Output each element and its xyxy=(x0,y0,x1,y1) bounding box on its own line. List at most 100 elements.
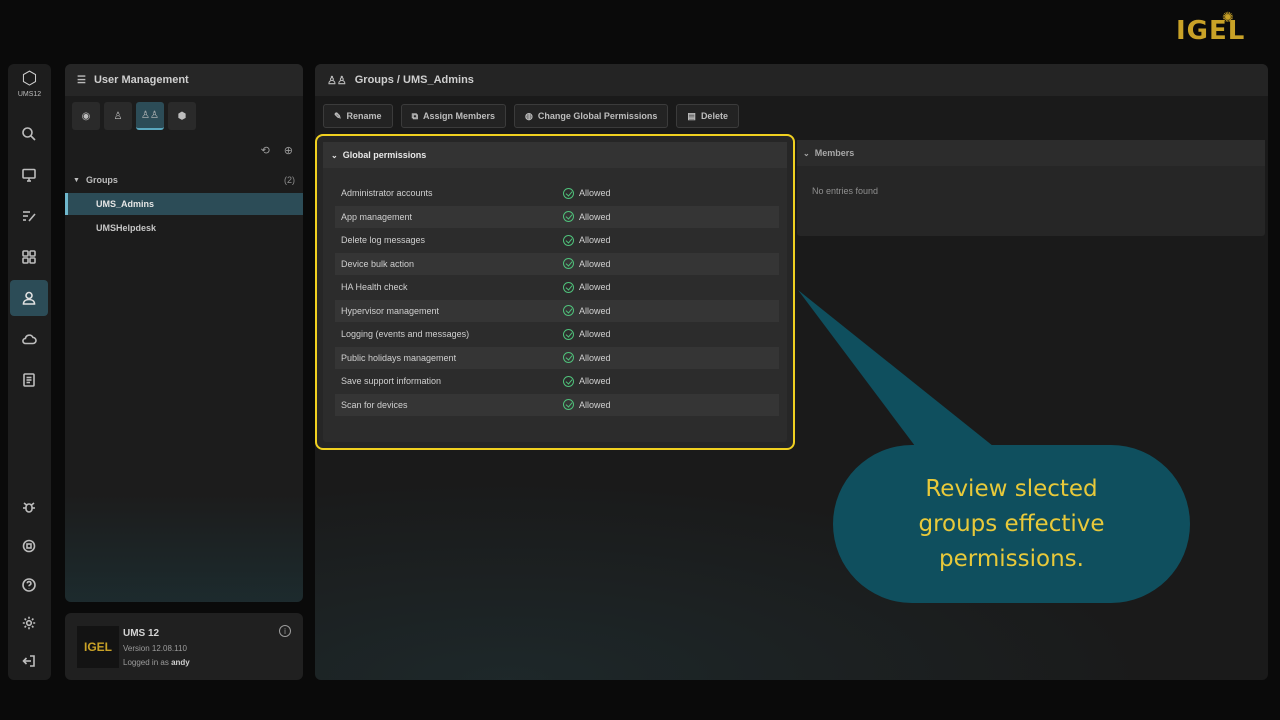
groups-count: (2) xyxy=(284,175,295,185)
permission-row: Scan for devices Allowed xyxy=(335,393,779,416)
cube-icon: ⬢ xyxy=(177,110,187,122)
permission-status: Allowed xyxy=(563,305,611,316)
tree-tools: ⟲ ⊕ xyxy=(261,144,293,157)
permission-name: Scan for devices xyxy=(341,399,408,410)
bug-icon xyxy=(23,502,35,513)
nav-apps-button[interactable] xyxy=(10,239,48,275)
panel-background-decoration xyxy=(65,494,303,602)
user-management-tabs: ◉ ♙ ♙♙ ⬢ xyxy=(65,102,196,134)
nav-settings-button[interactable] xyxy=(10,605,48,641)
igel-logo-text: IGEL xyxy=(1176,16,1246,46)
tree-item-label: UMS_Admins xyxy=(96,199,155,209)
permission-status-label: Allowed xyxy=(579,329,611,339)
logged-in-prefix: Logged in as xyxy=(123,658,169,667)
nav-logout-button[interactable] xyxy=(10,643,48,679)
callout-line-2: groups effective xyxy=(918,510,1105,537)
tab-roles[interactable]: ⬢ xyxy=(168,102,196,130)
permission-status: Allowed xyxy=(563,187,611,199)
permission-row: Device bulk action Allowed xyxy=(335,252,779,275)
permission-row: App management Allowed xyxy=(335,205,779,228)
permission-name: Delete log messages xyxy=(341,235,426,245)
permission-status: Allowed xyxy=(563,375,611,387)
delete-label: Delete xyxy=(700,111,728,121)
callout-pointer xyxy=(798,290,998,450)
permission-row: HA Health check Allowed xyxy=(335,276,779,298)
permission-name: Hypervisor management xyxy=(341,305,440,316)
igel-logo: IGEL ✺ xyxy=(1176,10,1246,46)
check-circle-icon xyxy=(563,399,574,410)
nav-devices-button[interactable] xyxy=(10,157,48,193)
permission-status: Allowed xyxy=(563,328,611,340)
nav-sync-button[interactable] xyxy=(10,528,48,564)
permission-row: Hypervisor management Allowed xyxy=(335,299,779,322)
chevron-down-icon: ⌄ xyxy=(331,150,338,160)
refresh-icon[interactable]: ⟲ xyxy=(261,144,270,157)
document-icon xyxy=(23,373,35,387)
global-permissions-header[interactable]: ⌄ Global permissions xyxy=(323,142,787,168)
change-global-permissions-button[interactable]: ◍ Change Global Permissions xyxy=(514,104,669,128)
check-circle-icon xyxy=(563,211,574,222)
members-empty-text: No entries found xyxy=(812,186,879,196)
tree-item-ums-admins[interactable]: UMS_Admins xyxy=(65,193,303,215)
check-circle-icon xyxy=(563,305,574,316)
assign-members-button[interactable]: ⧉ Assign Members xyxy=(400,104,507,128)
permission-status-label: Allowed xyxy=(579,258,611,269)
cloud-icon xyxy=(22,334,37,345)
nav-rail: ⬡ UMS12 xyxy=(8,64,51,680)
groups-tree-header[interactable]: ▼ Groups (2) xyxy=(65,170,303,190)
assign-members-label: Assign Members xyxy=(423,111,496,121)
permission-row: Delete log messages Allowed xyxy=(335,229,779,251)
product-version: Version 12.08.110 xyxy=(123,644,187,653)
group-icon: ♙♙ xyxy=(327,74,347,87)
tab-groups[interactable]: ♙♙ xyxy=(136,102,164,130)
chevron-down-icon: ▼ xyxy=(73,176,80,184)
app-frame: IGEL ✺ ⬡ UMS12 ☰ User Management ◉ ♙ ♙♙ … xyxy=(0,0,1280,720)
trash-icon: ▤ xyxy=(687,110,696,121)
tree-item-ums-helpdesk[interactable]: UMSHelpdesk xyxy=(65,217,303,239)
permission-name: Public holidays management xyxy=(341,352,457,363)
permission-status: Allowed xyxy=(563,258,611,269)
check-circle-icon xyxy=(563,258,574,269)
nav-debug-button[interactable] xyxy=(10,489,48,525)
apps-grid-icon xyxy=(22,250,36,264)
permission-name: Device bulk action xyxy=(341,258,415,269)
permission-name: Logging (events and messages) xyxy=(341,329,470,339)
ums-logo-icon: ⬡ xyxy=(21,68,38,88)
user-icon xyxy=(22,291,36,305)
tab-users[interactable]: ♙ xyxy=(104,102,132,130)
check-circle-icon xyxy=(563,234,574,246)
nav-help-button[interactable] xyxy=(10,567,48,603)
edit-list-icon xyxy=(23,211,36,222)
group-detail-header: ♙♙ Groups / UMS_Admins xyxy=(315,64,1268,96)
nav-user-management-button[interactable] xyxy=(10,280,48,316)
logout-icon xyxy=(22,655,35,667)
permission-status-label: Allowed xyxy=(579,305,611,316)
account-circle-icon: ◉ xyxy=(81,110,91,122)
permission-name: HA Health check xyxy=(341,282,408,292)
nav-logs-button[interactable] xyxy=(10,362,48,398)
rename-button[interactable]: ✎ Rename xyxy=(323,104,393,128)
delete-button[interactable]: ▤ Delete xyxy=(676,104,739,128)
nav-configuration-button[interactable] xyxy=(10,198,48,234)
check-circle-icon xyxy=(563,281,574,293)
tab-accounts-overview[interactable]: ◉ xyxy=(72,102,100,130)
rename-label: Rename xyxy=(346,111,382,121)
breadcrumb: Groups / UMS_Admins xyxy=(354,74,474,86)
nav-cloud-button[interactable] xyxy=(10,321,48,357)
menu-icon[interactable]: ☰ xyxy=(77,75,86,86)
members-header[interactable]: ⌄ Members xyxy=(797,140,1265,166)
permission-row: Administrator accounts Allowed xyxy=(335,182,779,204)
change-global-permissions-label: Change Global Permissions xyxy=(537,111,658,121)
help-icon xyxy=(22,578,36,592)
add-group-icon[interactable]: ⊕ xyxy=(284,144,293,157)
nav-search-button[interactable] xyxy=(10,116,48,152)
logged-in-line: Logged in as andy xyxy=(123,658,190,667)
check-circle-icon xyxy=(563,187,574,199)
check-circle-icon xyxy=(563,352,574,363)
members-title: Members xyxy=(814,148,855,158)
check-circle-icon xyxy=(563,375,574,387)
global-permissions-highlight: ⌄ Global permissions Administrator accou… xyxy=(315,134,795,450)
search-icon xyxy=(22,127,36,141)
info-icon[interactable]: i xyxy=(279,625,291,637)
user-management-header: ☰ User Management xyxy=(65,64,303,96)
